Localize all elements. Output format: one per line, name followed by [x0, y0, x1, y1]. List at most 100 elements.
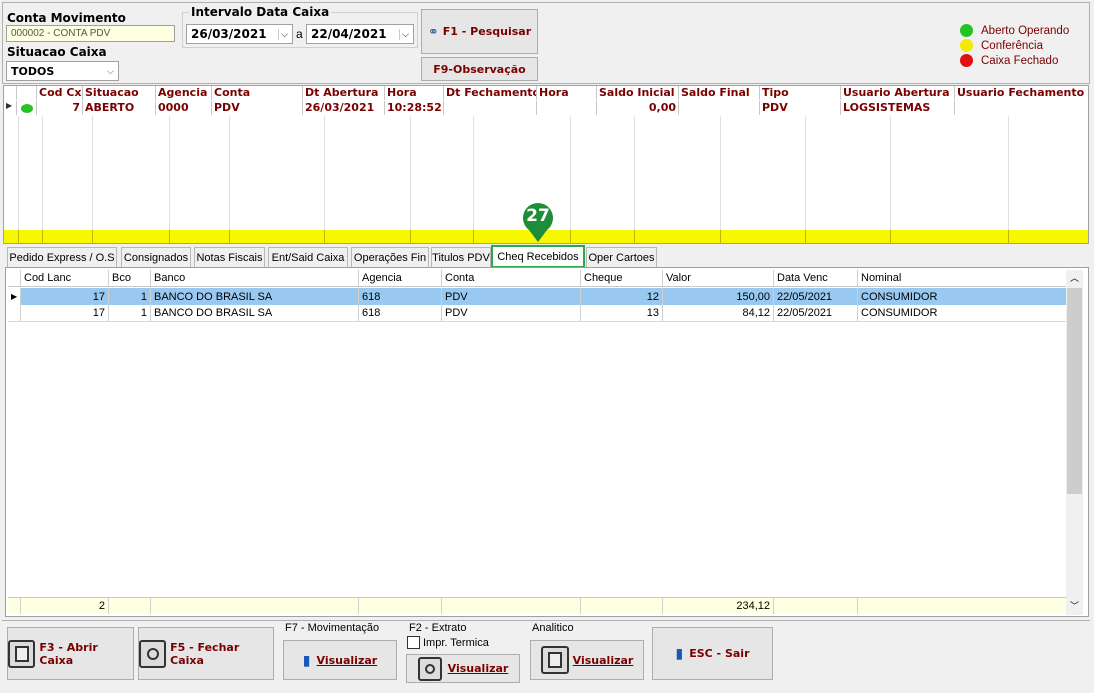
impr-termica-checkbox[interactable]: [407, 636, 420, 649]
table-row[interactable]: ▶ 17 1 BANCO DO BRASIL SA 618 PDV 12 150…: [8, 288, 1066, 305]
binoculars-icon: ⚭: [427, 23, 439, 39]
col-conta[interactable]: Conta: [442, 270, 581, 286]
col-valor[interactable]: Valor: [663, 270, 774, 286]
chevron-down-icon: ⌵: [107, 65, 114, 76]
cell-situacao: ABERTO: [83, 101, 156, 115]
cell-agencia: 618: [359, 305, 442, 321]
legend-label: Conferência: [981, 39, 1044, 52]
cell-data-venc: 22/05/2021: [774, 305, 858, 321]
abrir-caixa-label: F3 - Abrir Caixa: [39, 640, 98, 667]
cheques-grid-header: Cod Lanc Bco Banco Agencia Conta Cheque …: [8, 270, 1066, 287]
date-from-value: 26/03/2021: [191, 27, 267, 41]
caixa-grid-body: [4, 116, 1009, 230]
safe-icon: [8, 639, 36, 668]
calendar-dropdown-icon[interactable]: ⌵: [399, 28, 409, 40]
tab-oper-cartoes[interactable]: Oper Cartoes: [586, 247, 657, 267]
extrato-visualizar-button[interactable]: Visualizar: [406, 654, 520, 683]
col-usuario-fechamento[interactable]: Usuario Fechamento: [955, 86, 1085, 100]
tab-titulos-pdv[interactable]: Titulos PDV: [431, 247, 491, 267]
observacao-button[interactable]: F9-Observação: [421, 57, 538, 81]
impr-termica-label: Impr. Termica: [423, 636, 489, 649]
date-from-picker[interactable]: 26/03/2021 ⌵: [186, 24, 293, 44]
filter-panel: [2, 2, 1090, 84]
analitico-visualizar-button[interactable]: Visualizar: [530, 640, 644, 680]
table-row[interactable]: 17 1 BANCO DO BRASIL SA 618 PDV 13 84,12…: [8, 305, 1066, 322]
cell-conta: PDV: [212, 101, 303, 115]
analitico-label: Analitico: [532, 622, 574, 634]
col-nominal[interactable]: Nominal: [858, 270, 1066, 286]
vertical-scrollbar[interactable]: ︿ ﹀: [1066, 270, 1083, 615]
legend-item: Conferência: [960, 38, 1086, 53]
footer-total: 234,12: [663, 598, 774, 614]
scroll-up-icon[interactable]: ︿: [1066, 270, 1083, 287]
col-bco[interactable]: Bco: [109, 270, 151, 286]
footer-count: 2: [21, 598, 109, 614]
col-dt-abertura[interactable]: Dt Abertura: [303, 86, 385, 100]
cell-cod-lanc: 17: [21, 305, 109, 321]
col-data-venc[interactable]: Data Venc: [774, 270, 858, 286]
tab-cheq-recebidos[interactable]: Cheq Recebidos: [491, 245, 585, 268]
fechar-caixa-label: F5 - Fechar Caixa: [170, 640, 240, 667]
col-banco[interactable]: Banco: [151, 270, 359, 286]
sair-label: ESC - Sair: [689, 647, 750, 660]
cell-hora-fechamento: [537, 101, 597, 115]
cell-banco: BANCO DO BRASIL SA: [151, 288, 359, 305]
col-saldo-final[interactable]: Saldo Final: [679, 86, 760, 100]
cell-dt-fechamento: [444, 101, 537, 115]
table-row[interactable]: ▶ 7 ABERTO 0000 PDV 26/03/2021 10:28:52 …: [4, 101, 1085, 115]
tab-ent-said-caixa[interactable]: Ent/Said Caixa: [268, 247, 348, 267]
col-agencia[interactable]: Agencia: [156, 86, 212, 100]
situacao-select[interactable]: TODOS ⌵: [6, 61, 119, 81]
abrir-caixa-button[interactable]: F3 - Abrir Caixa: [7, 627, 134, 680]
tab-notas-fiscais[interactable]: Notas Fiscais: [194, 247, 265, 267]
tab-operacoes-fin[interactable]: Operações Fin: [351, 247, 429, 267]
cell-conta: PDV: [442, 288, 581, 305]
visualizar-label: Visualizar: [572, 653, 634, 667]
col-agencia[interactable]: Agencia: [359, 270, 442, 286]
visualizar-label: Visualizar: [447, 662, 509, 675]
col-situacao[interactable]: Situacao: [83, 86, 156, 100]
extrato-label: F2 - Extrato: [409, 622, 467, 634]
door-icon: ▮: [302, 651, 311, 668]
door-icon: ▮: [675, 645, 684, 661]
cell-saldo-inicial: 0,00: [597, 101, 679, 115]
movimentacao-visualizar-button[interactable]: ▮ Visualizar: [283, 640, 397, 680]
col-cod-lanc[interactable]: Cod Lanc: [21, 270, 109, 286]
legend-item: Caixa Fechado: [960, 53, 1086, 68]
col-dt-fechamento[interactable]: Dt Fechamento: [444, 86, 537, 100]
col-hora[interactable]: Hora: [385, 86, 444, 100]
impr-termica-option[interactable]: Impr. Termica: [407, 636, 489, 649]
calendar-dropdown-icon[interactable]: ⌵: [278, 28, 288, 40]
col-saldo-inicial[interactable]: Saldo Inicial: [597, 86, 679, 100]
cell-cheque: 12: [581, 288, 663, 305]
cell-data-venc: 22/05/2021: [774, 288, 858, 305]
cell-bco: 1: [109, 305, 151, 321]
cell-cheque: 13: [581, 305, 663, 321]
intervalo-label: Intervalo Data Caixa: [189, 5, 332, 19]
col-tipo[interactable]: Tipo: [760, 86, 841, 100]
cell-nominal: CONSUMIDOR: [861, 307, 938, 319]
cell-usuario-abertura: LOGSISTEMAS: [841, 101, 955, 115]
cell-bco: 1: [109, 288, 151, 305]
tab-consignados[interactable]: Consignados: [121, 247, 191, 267]
col-hora-fechamento[interactable]: Hora: [537, 86, 597, 100]
tab-pedido-express[interactable]: Pedido Express / O.S: [7, 247, 117, 267]
date-to-picker[interactable]: 22/04/2021 ⌵: [306, 24, 414, 44]
conta-movimento-field[interactable]: 000002 - CONTA PDV: [6, 25, 175, 42]
col-conta[interactable]: Conta: [212, 86, 303, 100]
status-indicator: [17, 101, 37, 115]
col-cod-cx[interactable]: Cod Cx: [37, 86, 83, 100]
cell-saldo-final: [679, 101, 760, 115]
green-dot-icon: [960, 24, 973, 37]
scroll-down-icon[interactable]: ﹀: [1066, 598, 1083, 615]
search-button[interactable]: ⚭ F1 - Pesquisar: [421, 9, 538, 54]
scrollbar-thumb[interactable]: [1067, 288, 1082, 494]
visualizar-label: Visualizar: [316, 653, 378, 667]
fechar-caixa-button[interactable]: F5 - Fechar Caixa: [138, 627, 274, 680]
safe-icon: [417, 656, 442, 681]
cell-dt-abertura: 26/03/2021: [303, 101, 385, 115]
col-usuario-abertura[interactable]: Usuario Abertura: [841, 86, 955, 100]
col-cheque[interactable]: Cheque: [581, 270, 663, 286]
cell-hora: 10:28:52: [385, 101, 444, 115]
sair-button[interactable]: ▮ ESC - Sair: [652, 627, 773, 680]
